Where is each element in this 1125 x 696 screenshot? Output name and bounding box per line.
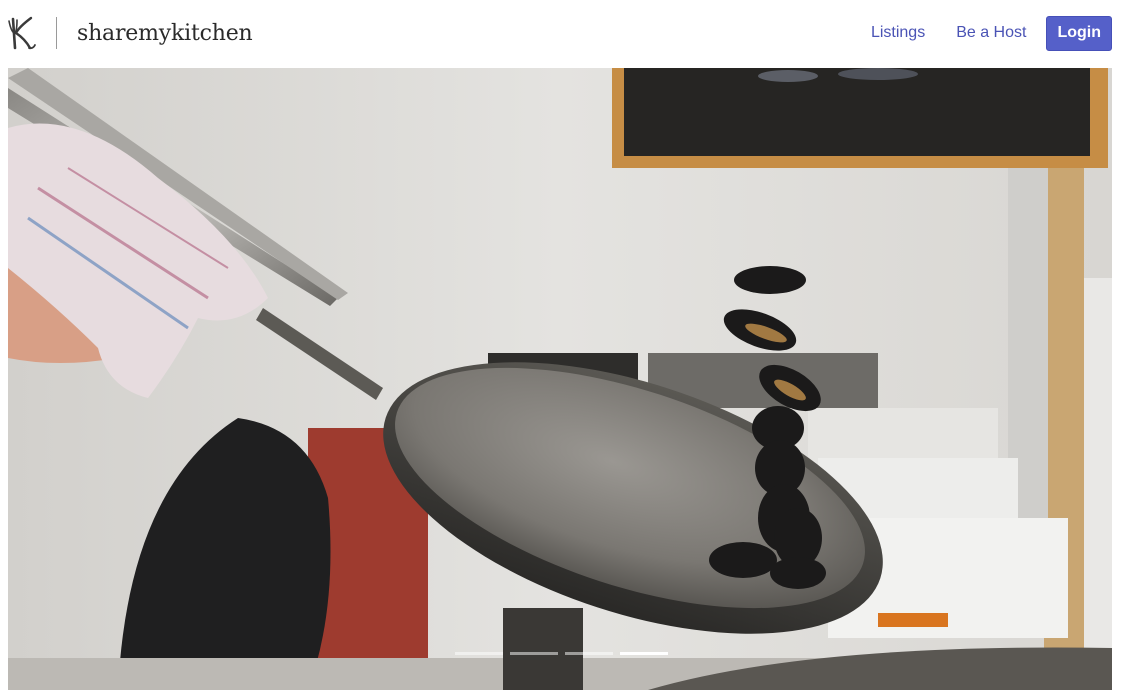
carousel-indicator-3[interactable] (565, 652, 613, 655)
login-button[interactable]: Login (1046, 15, 1112, 51)
hero-image (8, 68, 1112, 690)
logo-divider (56, 17, 57, 49)
carousel-indicator-2[interactable] (510, 652, 558, 655)
k-fork-knife-icon (8, 16, 36, 50)
carousel-indicators (455, 652, 675, 655)
nav-link-listings[interactable]: Listings (871, 24, 925, 42)
hero-carousel (8, 68, 1112, 690)
top-navbar: sharemykitchen Listings Be a Host Login (0, 0, 1125, 66)
nav-link-be-a-host[interactable]: Be a Host (956, 24, 1026, 42)
nav-links: Listings Be a Host Login (871, 15, 1112, 51)
brand-logo[interactable]: sharemykitchen (7, 14, 253, 52)
carousel-indicator-1[interactable] (455, 652, 503, 655)
brand-name: sharemykitchen (77, 20, 253, 46)
carousel-indicator-4[interactable] (620, 652, 668, 655)
